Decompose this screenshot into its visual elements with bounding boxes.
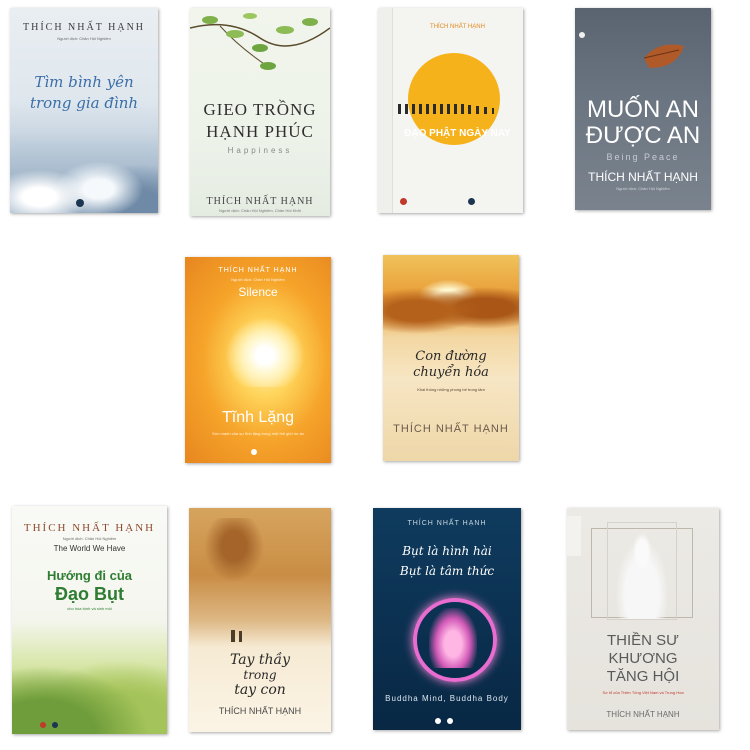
book-author: THÍCH NHẤT HẠNH <box>23 522 156 534</box>
book-author: THÍCH NHẤT HẠNH <box>206 196 314 207</box>
publisher-logo <box>251 449 257 455</box>
publisher-logo <box>468 198 475 205</box>
monk-drawing-illustration <box>607 522 677 620</box>
spine-strip <box>378 8 393 213</box>
book-author: THÍCH NHẤT HẠNH <box>407 520 487 527</box>
book-subtitle: Người dịch: Chân Hội Nghiêm <box>231 277 285 282</box>
book-cover-tinh-lang[interactable]: THÍCH NHẤT HẠNH Người dịch: Chân Hội Ngh… <box>185 257 331 463</box>
publisher-logo <box>52 722 58 728</box>
book-title-line2: HẠNH PHÚC <box>206 122 314 141</box>
book-title-line1: THIỀN SƯ <box>607 632 679 649</box>
book-title-line1: Bụt là hình hài <box>402 544 492 558</box>
publisher-logo <box>76 199 84 207</box>
book-author: THÍCH NHẤT HẠNH <box>218 706 302 716</box>
book-title-line3: TĂNG HỘI <box>606 668 680 685</box>
book-title-line3: tay con <box>234 682 286 698</box>
book-title-line1: Tìm bình yên <box>34 73 134 91</box>
publisher-logo <box>400 198 407 205</box>
book-english-title: Being Peace <box>606 152 680 162</box>
book-cover-tim-binh-yen[interactable]: THÍCH NHẤT HẠNH Người dịch: Chân Hội Ngh… <box>10 8 158 213</box>
publisher-logo <box>579 32 585 38</box>
book-subtitle: Người dịch: Chân Hội Nghiêm <box>57 36 111 41</box>
book-subtitle: Khai thông những phong bế trong tâm <box>417 387 485 392</box>
book-title: ĐẠO PHẬT NGÀY NAY <box>404 128 511 139</box>
book-author: THÍCH NHẤT HẠNH <box>430 24 485 30</box>
lotus-illustration <box>225 317 305 387</box>
book-author: THÍCH NHẤT HẠNH <box>218 267 298 274</box>
book-english-title: Happiness <box>227 146 293 155</box>
book-cover-tay-thay-trong-tay-con[interactable]: Tay thầy trong tay con THÍCH NHẤT HẠNH <box>189 508 331 732</box>
book-title-line2: KHƯƠNG <box>608 650 678 667</box>
book-title-line1: GIEO TRỒNG <box>203 100 317 119</box>
book-author: THÍCH NHẤT HẠNH <box>606 710 680 719</box>
book-author: THÍCH NHẤT HẠNH <box>588 170 698 184</box>
book-author: THÍCH NHẤT HẠNH <box>393 423 509 435</box>
book-cover-muon-an-duoc-an[interactable]: MUỐN AN ĐƯỢC AN Being Peace THÍCH NHẤT H… <box>575 8 711 210</box>
book-tagline: Sơ tổ của Thiền Tông Việt Nam và Trung H… <box>602 690 684 695</box>
buddha-figure-illustration <box>429 608 477 668</box>
book-subtitle: Người dịch: Chân Hội Nghiêm, Chân Hồi Kh… <box>219 208 301 213</box>
book-tagline: Sức mạnh của sự tĩnh lặng trong một thế … <box>212 431 304 436</box>
book-title-line2: Đạo Bụt <box>55 584 124 604</box>
frosted-plants-illustration <box>10 133 158 213</box>
book-tagline: cho hòa bình và sinh môi <box>67 606 112 611</box>
autumn-tree-illustration <box>199 518 269 588</box>
book-title-line1: Tay thầy <box>229 652 291 668</box>
book-title-line2: ĐƯỢC AN <box>585 122 701 149</box>
book-title: Tĩnh Lặng <box>221 409 295 426</box>
book-title-line2: Bụt là tâm thức <box>399 564 495 578</box>
book-title-line1: Con đường <box>415 349 487 364</box>
rice-field-illustration <box>12 654 167 734</box>
book-cover-dao-phat-ngay-nay[interactable]: THÍCH NHẤT HẠNH ĐẠO PHẬT NGÀY NAY <box>378 8 523 213</box>
book-cover-huong-di-cua-dao-but[interactable]: THÍCH NHẤT HẠNH Người dịch: Chân Hội Ngh… <box>12 506 167 734</box>
book-cover-con-duong-chuyen-hoa[interactable]: Con đường chuyển hóa Khai thông những ph… <box>383 255 519 461</box>
book-cover-gieo-trong-hanh-phuc[interactable]: GIEO TRỒNG HẠNH PHÚC Happiness THÍCH NHẤ… <box>190 8 330 216</box>
book-english-title: Buddha Mind, Buddha Body <box>385 694 509 703</box>
leaf-branch-illustration <box>190 13 330 70</box>
book-author: THÍCH NHẤT HẠNH <box>22 22 146 33</box>
book-title-line2: trong gia đình <box>29 94 139 112</box>
book-title-line2: chuyển hóa <box>413 365 489 380</box>
book-title-line2: trong <box>243 668 277 682</box>
monks-walking-illustration <box>398 104 494 114</box>
publisher-logo <box>435 718 441 724</box>
publisher-logo <box>447 718 453 724</box>
publisher-logo-strip <box>567 516 581 556</box>
sunset-clouds-illustration <box>383 275 519 335</box>
book-title-line1: Hướng đi của <box>46 568 133 583</box>
book-english-title: The World We Have <box>53 544 126 553</box>
book-cover-thien-su-khuong-tang-hoi[interactable]: THIỀN SƯ KHƯƠNG TĂNG HỘI Sơ tổ của Thiền… <box>567 508 719 730</box>
book-cover-but-la-hinh-hai[interactable]: THÍCH NHẤT HẠNH Bụt là hình hài Bụt là t… <box>373 508 521 730</box>
book-subtitle: Người dịch: Chân Hội Nghiêm <box>62 536 117 541</box>
publisher-logo <box>40 722 46 728</box>
walking-figures-illustration <box>231 630 242 642</box>
leaf-illustration <box>643 44 684 68</box>
book-english-title: Silence <box>238 285 278 299</box>
book-subtitle: Người dịch: Chân Hội Nghiêm <box>616 186 670 191</box>
book-title-line1: MUỐN AN <box>586 96 699 123</box>
